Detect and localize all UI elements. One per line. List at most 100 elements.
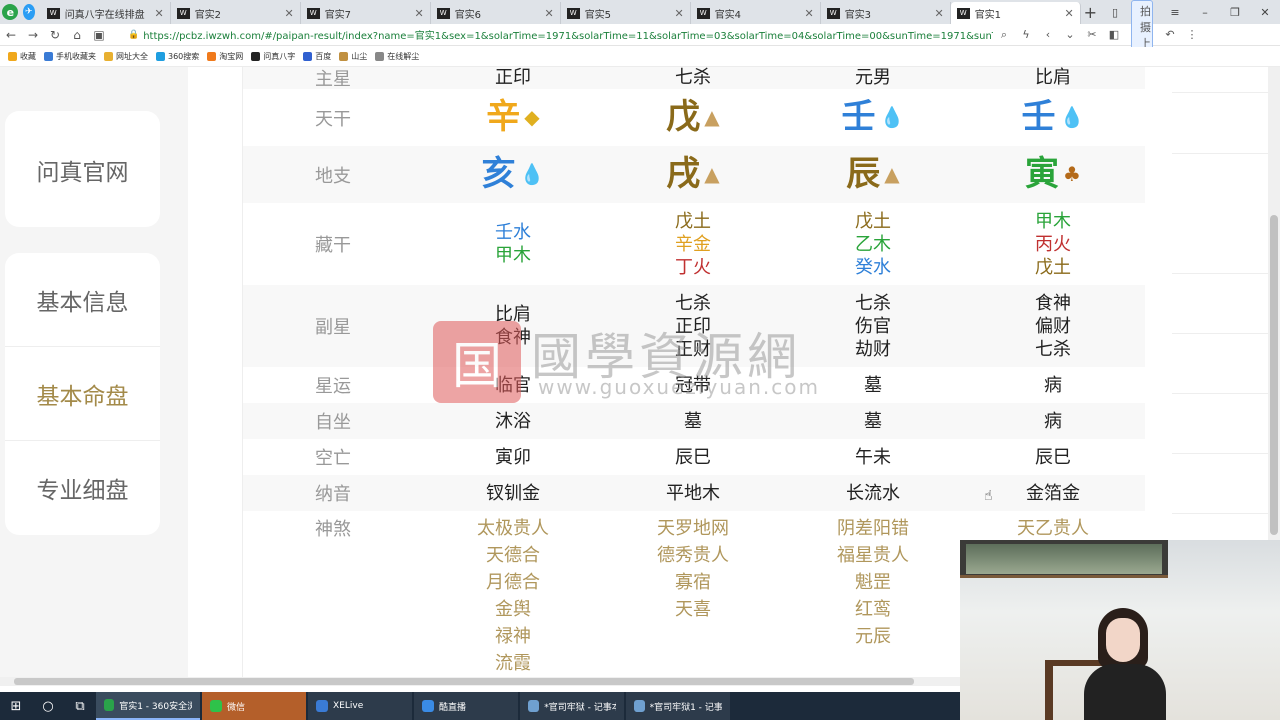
browser-tab[interactable]: W 官实3 ✕ (821, 2, 951, 24)
chart-cell: 壬 💧 (963, 89, 1143, 146)
spirit-item[interactable]: 禄神 (495, 623, 531, 650)
browser-tab[interactable]: W 官实2 ✕ (171, 2, 301, 24)
bookmark-item[interactable]: 在线解尘 (375, 51, 419, 62)
bookmark-item[interactable]: 百度 (303, 51, 331, 62)
taskbar-item[interactable]: 酷直播 (414, 692, 518, 720)
row-label: 副星 (315, 317, 351, 338)
water-drops-icon: 💧 (879, 105, 905, 129)
browser-tab[interactable]: W 官实4 ✕ (691, 2, 821, 24)
bookmark-item[interactable]: 山尘 (339, 51, 367, 62)
bookmark-item[interactable]: 收藏 (8, 51, 36, 62)
spirit-item[interactable]: 寡宿 (675, 569, 711, 596)
close-tab-icon[interactable]: ✕ (284, 7, 293, 20)
search-circle-icon[interactable]: ○ (32, 692, 64, 720)
spirit-item[interactable]: 红鸾 (855, 596, 891, 623)
bookmark-item[interactable]: 360搜索 (156, 51, 199, 62)
taskbar-item[interactable]: *官司牢狱 - 记事本 (520, 692, 624, 720)
browser-tab[interactable]: W 官实5 ✕ (561, 2, 691, 24)
spirit-item[interactable]: 魁罡 (855, 569, 891, 596)
earth-mound-icon: ▲ (704, 105, 720, 129)
spirit-item[interactable]: 流霞 (495, 650, 531, 677)
spirit-item[interactable]: 天罗地网 (657, 515, 729, 542)
chart-cell: 午未 (855, 446, 891, 468)
close-window-button[interactable]: ✕ (1250, 6, 1280, 19)
browser-tab[interactable]: W 官实7 ✕ (301, 2, 431, 24)
horizontal-scrollbar[interactable] (0, 677, 960, 686)
chart-cell: 沐浴 (495, 410, 531, 432)
chart-cell: 七杀 (675, 67, 711, 88)
close-tab-icon[interactable]: ✕ (154, 7, 163, 20)
secondary-star: 七杀 (675, 292, 711, 314)
chevron-left-icon[interactable]: ‹ (1037, 28, 1059, 41)
windows-start-icon[interactable]: ⊞ (0, 692, 32, 720)
taskbar-item[interactable]: 官实1 - 360安全浏... (96, 692, 200, 720)
taskbar-item[interactable]: XELive (308, 692, 412, 720)
chevron-down-icon[interactable]: ⌄ (1059, 28, 1081, 41)
bookmark-item[interactable]: 问真八字 (251, 51, 295, 62)
row-label: 天干 (315, 108, 351, 130)
browser-logo-icon[interactable]: e (0, 0, 21, 24)
lightning-icon[interactable]: ϟ (1015, 28, 1037, 41)
chart-cell: 戊 ▲ (603, 89, 783, 146)
taskbar-item-label: 官实1 - 360安全浏... (119, 701, 192, 712)
task-view-icon[interactable]: ⧉ (64, 692, 96, 720)
spirit-item[interactable]: 天喜 (675, 596, 711, 623)
close-tab-icon[interactable]: ✕ (414, 7, 423, 20)
nav-item-basic-info[interactable]: 基本信息 (5, 253, 160, 347)
secondary-star: 正印 (675, 315, 711, 337)
pillar-char: 戌 (666, 154, 701, 194)
nav-item-official-site[interactable]: 问真官网 (5, 123, 160, 217)
menu-dots-icon[interactable]: ⋮ (1181, 28, 1203, 41)
secondary-star: 食神 (1035, 292, 1071, 314)
spirit-item[interactable]: 太极贵人 (477, 515, 549, 542)
back-button[interactable]: ← (0, 28, 22, 42)
browser-tab[interactable]: W 问真八字在线排盘 ✕ (41, 2, 171, 24)
puzzle-icon[interactable]: ◧ (1103, 28, 1125, 41)
bookmark-item[interactable]: 手机收藏夹 (44, 51, 96, 62)
tab-title: 官实6 (454, 9, 482, 21)
bookmark-item[interactable]: 淘宝网 (207, 51, 243, 62)
nav-item-pro-chart[interactable]: 专业细盘 (5, 441, 160, 535)
wallet-icon[interactable]: ▣ (88, 28, 110, 42)
bookmark-item[interactable]: 网址大全 (104, 51, 148, 62)
scissors-icon[interactable]: ✂ (1081, 28, 1103, 41)
row-label: 神煞 (315, 519, 351, 540)
search-icon[interactable]: ⌕ (993, 28, 1015, 42)
restore-button[interactable]: ❐ (1220, 6, 1250, 19)
chart-cell: 正印 (495, 67, 531, 88)
secondary-star: 七杀 (1035, 338, 1071, 360)
pillar-char: 寅 (1025, 154, 1060, 194)
forward-button[interactable]: → (22, 28, 44, 42)
spirit-item[interactable]: 元辰 (855, 623, 891, 650)
home-icon[interactable]: ⌂ (66, 28, 88, 42)
undo-icon[interactable]: ↶ (1159, 28, 1181, 41)
spirit-item[interactable]: 月德合 (486, 569, 540, 596)
taskbar-item[interactable]: 微信 (202, 692, 306, 720)
browser-tab[interactable]: W 官实6 ✕ (431, 2, 561, 24)
url-input[interactable]: 🔒 https://pcbz.iwzwh.com/#/paipan-result… (128, 26, 993, 44)
nav-item-basic-chart[interactable]: 基本命盘 (5, 347, 160, 441)
chart-cell: 辛 ◆ (423, 89, 603, 146)
close-tab-icon[interactable]: ✕ (674, 7, 683, 20)
spirit-item[interactable]: 德秀贵人 (657, 542, 729, 569)
row-label: 自坐 (315, 412, 351, 433)
spirit-item[interactable]: 阴差阳错 (837, 515, 909, 542)
chart-cell: 甲木 丙火 戊土 (963, 203, 1143, 285)
pillar-character: 辰 ▲ (846, 157, 899, 191)
spirit-item[interactable]: 福星贵人 (837, 542, 909, 569)
spirit-item[interactable]: 天乙贵人 (1017, 515, 1089, 542)
chart-cell: 寅 ♣ (963, 146, 1143, 203)
taskbar-item[interactable]: *官司牢狱1 - 记事本 (626, 692, 730, 720)
close-tab-icon[interactable]: ✕ (804, 7, 813, 20)
close-tab-icon[interactable]: ✕ (934, 7, 943, 20)
row-nayin: 纳音 钗钏金 平地木 长流水 金箔金 (243, 475, 1145, 511)
telegram-icon[interactable]: ✈ (22, 4, 35, 20)
spirit-item[interactable]: 金舆 (495, 596, 531, 623)
row-earthly-branches: 地支亥 💧 戌 ▲ 辰 ▲ 寅 ♣ (243, 146, 1145, 203)
chart-cell: 墓 (864, 374, 882, 396)
close-tab-icon[interactable]: ✕ (544, 7, 553, 20)
spirit-item[interactable]: 天德合 (486, 542, 540, 569)
secondary-star: 伤官 (855, 315, 891, 337)
refresh-button[interactable]: ↻ (44, 28, 66, 42)
chart-cell: 太极贵人 天德合 月德合 金舆 禄神 流霞 (423, 511, 603, 677)
